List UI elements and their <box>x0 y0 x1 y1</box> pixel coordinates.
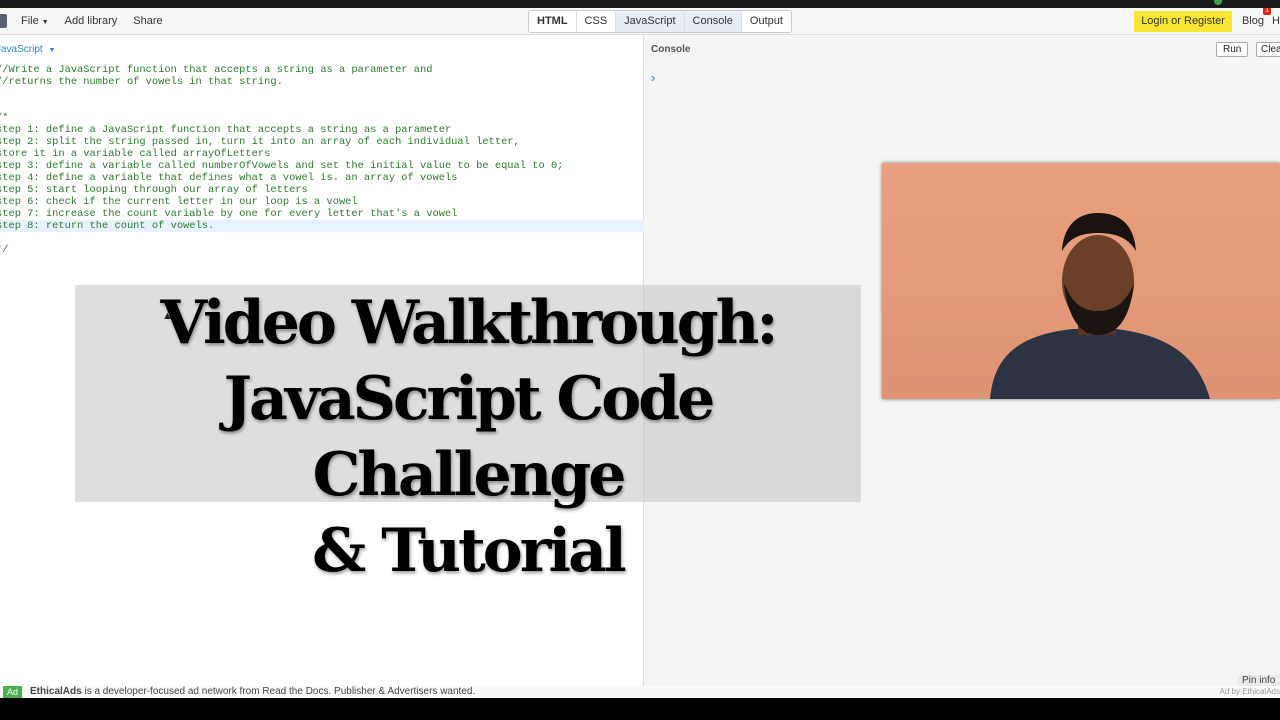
tab-javascript[interactable]: JavaScript <box>616 11 685 32</box>
language-selector[interactable]: JavaScript ▼ <box>0 44 55 55</box>
help-link[interactable]: H <box>1272 15 1280 27</box>
jsbin-logo-icon[interactable] <box>0 14 7 28</box>
ad-text: is a developer-focused ad network from R… <box>81 686 476 697</box>
file-menu-label: File <box>21 15 39 27</box>
panel-tabs: HTML CSS JavaScript Console Output <box>528 10 792 33</box>
tab-css[interactable]: CSS <box>577 11 617 32</box>
webcam-video <box>882 163 1280 399</box>
code-line: step 5: start looping through our array … <box>0 184 308 196</box>
login-register-button[interactable]: Login or Register <box>1134 10 1232 32</box>
code-line: step 1: define a JavaScript function tha… <box>0 124 452 136</box>
ad-bar: Ad EthicalAds is a developer-focused ad … <box>0 686 1280 698</box>
file-menu[interactable]: File ▼ <box>21 15 49 27</box>
overlay-line-1: Video Walkthrough: <box>160 288 778 358</box>
ad-brand: EthicalAds <box>30 686 82 697</box>
toolbar-left: File ▼ Add library Share <box>0 8 179 34</box>
tab-console[interactable]: Console <box>684 11 742 32</box>
system-top-bar <box>0 0 1280 8</box>
ad-by-label: Ad by EthicalAds <box>1219 687 1280 696</box>
overlay-line-2: JavaScript Code Challenge <box>223 364 716 510</box>
chevron-down-icon: ▼ <box>41 19 49 26</box>
code-line: store it in a variable called arrayOfLet… <box>0 148 271 160</box>
clear-button[interactable]: Clear <box>1256 42 1280 57</box>
code-line: step 2: split the string passed in, turn… <box>0 136 520 148</box>
blog-label: Blog <box>1241 15 1264 27</box>
tab-output[interactable]: Output <box>742 11 791 32</box>
code-line-active: step 8: return the count of vowels. <box>0 220 648 232</box>
code-line: */ <box>0 244 9 256</box>
tab-html[interactable]: HTML <box>529 11 577 32</box>
code-line: step 7: increase the count variable by o… <box>0 208 458 220</box>
camera-indicator-icon <box>1214 0 1222 5</box>
console-prompt-icon[interactable]: › <box>651 70 655 85</box>
code-line: step 3: define a variable called numberO… <box>0 160 564 172</box>
presenter-image <box>990 213 1210 399</box>
code-area[interactable]: //Write a JavaScript function that accep… <box>0 64 648 256</box>
share-button[interactable]: Share <box>133 15 162 27</box>
code-line: step 4: define a variable that defines w… <box>0 172 458 184</box>
run-button[interactable]: Run <box>1216 42 1249 57</box>
ad-badge: Ad <box>3 686 23 698</box>
ad-link[interactable]: EthicalAds is a developer-focused ad net… <box>30 686 475 698</box>
title-overlay: Video Walkthrough: JavaScript Code Chall… <box>75 285 861 586</box>
overlay-line-3: & Tutorial <box>312 516 627 586</box>
letterbox-bar <box>0 698 1280 720</box>
blog-link[interactable]: Blog 1 <box>1241 8 1271 27</box>
add-library-button[interactable]: Add library <box>65 15 118 27</box>
language-label: JavaScript <box>0 44 43 55</box>
toolbar-right: Login or Register Blog 1 H <box>1134 8 1280 34</box>
title-overlay-text: Video Walkthrough: JavaScript Code Chall… <box>75 285 861 589</box>
console-title: Console <box>651 44 691 55</box>
code-line: //Write a JavaScript function that accep… <box>0 64 433 76</box>
toolbar: File ▼ Add library Share HTML CSS JavaScr… <box>0 8 1280 35</box>
code-line: /* <box>0 112 9 124</box>
presenter-shirt <box>990 329 1210 399</box>
code-line: //returns the number of vowels in that s… <box>0 76 283 88</box>
notification-badge: 1 <box>1263 8 1271 15</box>
mouse-cursor-icon: ▲ <box>162 310 173 322</box>
code-line: step 6: check if the current letter in o… <box>0 196 358 208</box>
chevron-down-icon: ▼ <box>48 47 56 54</box>
